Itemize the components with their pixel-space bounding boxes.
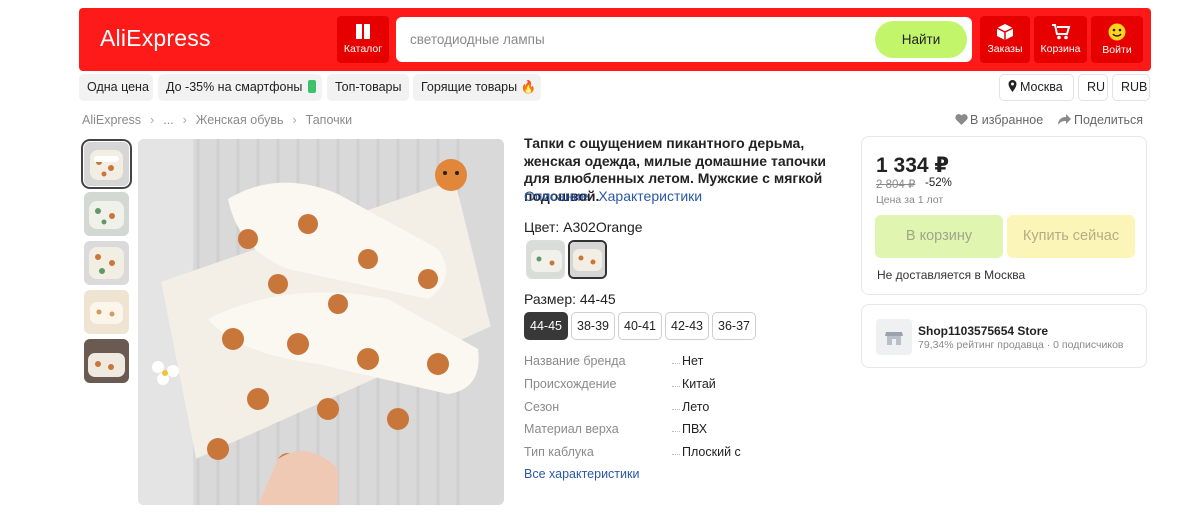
search-button[interactable]: Найти [875, 21, 967, 58]
spec-key: Сезон [524, 400, 560, 414]
heart-icon [955, 114, 968, 125]
promo-one-price[interactable]: Одна цена [79, 74, 153, 101]
color-label: Цвет: A302Orange [524, 219, 643, 235]
size-option[interactable]: 36-37 [712, 312, 756, 340]
phone-emoji-icon [307, 80, 316, 93]
size-option[interactable]: 40-41 [618, 312, 662, 340]
fire-icon: 🔥 [520, 80, 537, 94]
spec-value: Нет [682, 354, 704, 368]
store-name[interactable]: Shop1103575654 Store [918, 324, 1048, 338]
spec-row: Название бренда Нет [524, 354, 854, 370]
catalog-icon [356, 24, 370, 39]
location-pin-icon [1008, 80, 1017, 92]
catalog-button[interactable]: Каталог [337, 16, 389, 63]
gallery-thumbnail[interactable] [84, 339, 129, 383]
breadcrumb-womens-shoes[interactable]: Женская обувь [196, 113, 284, 127]
gallery-thumbnail[interactable] [84, 192, 129, 236]
search-input[interactable] [410, 29, 850, 49]
size-option[interactable]: 38-39 [571, 312, 615, 340]
store-meta: 79,34% рейтинг продавца · 0 подписчиков [918, 339, 1124, 351]
store-rating: 79,34% рейтинг продавца [918, 339, 1044, 351]
delivery-note: Не доставляется в Москва [877, 268, 1026, 282]
spec-value: ПВХ [682, 422, 708, 436]
login-button[interactable]: Войти [1091, 16, 1143, 63]
store-followers: 0 подписчиков [1053, 339, 1124, 351]
all-specs-link[interactable]: Все характеристики [524, 467, 639, 481]
promo-smartphones[interactable]: До -35% на смартфоны [158, 74, 322, 101]
chevron-right-icon: › [182, 113, 187, 127]
current-price: 1 334 ₽ [876, 154, 949, 177]
search-bar: Найти [396, 17, 972, 62]
chevron-right-icon: › [292, 113, 297, 127]
share-arrow-icon [1058, 114, 1071, 125]
location-selector[interactable]: Москва [999, 74, 1074, 101]
chevron-right-icon: › [150, 113, 155, 127]
spec-value: Плоский с [682, 445, 741, 459]
breadcrumb: AliExpress ›... › Женская обувь › Тапочки [82, 113, 352, 127]
gallery-thumbnail[interactable] [81, 139, 132, 189]
spec-row: Материал верха ПВХ [524, 422, 854, 438]
slipper-thumbnail-image [84, 339, 129, 383]
spec-key: Тип каблука [524, 445, 594, 459]
smiley-user-icon [1108, 23, 1126, 41]
slipper-thumbnail-image [84, 192, 129, 236]
orders-button[interactable]: Заказы [980, 16, 1030, 63]
share-button[interactable]: Поделиться [1058, 113, 1143, 127]
cart-button[interactable]: Корзина [1034, 16, 1087, 63]
size-label: Размер: 44-45 [524, 291, 616, 307]
cart-icon [1051, 24, 1070, 40]
spec-row: Сезон Лето [524, 400, 854, 416]
spec-row: Тип каблука Плоский с [524, 445, 854, 461]
color-swatch-image [527, 241, 564, 278]
tab-description[interactable]: Описание [524, 188, 588, 204]
slipper-photo [138, 139, 504, 505]
buy-box: 1 334 ₽ 2 804 ₽ -52% Цена за 1 лот В кор… [861, 136, 1147, 295]
spec-row: Происхождение Китай [524, 377, 854, 393]
orders-box-icon [996, 24, 1014, 40]
breadcrumb-home[interactable]: AliExpress [82, 113, 141, 127]
add-to-favorites[interactable]: В избранное [955, 113, 1043, 127]
spec-key: Происхождение [524, 377, 617, 391]
add-to-cart-button[interactable]: В корзину [875, 215, 1003, 258]
slipper-thumbnail-image [84, 290, 129, 334]
buy-now-button[interactable]: Купить сейчас [1007, 215, 1135, 258]
color-swatch[interactable] [526, 240, 565, 279]
slipper-thumbnail-image [84, 241, 129, 285]
top-header: AliExpress Каталог Найти Заказы Корзина … [79, 8, 1151, 71]
promo-hot-products[interactable]: Горящие товары 🔥 [413, 74, 541, 101]
product-main-image[interactable] [138, 139, 504, 505]
breadcrumb-slippers[interactable]: Тапочки [306, 113, 352, 127]
gallery-thumbnail[interactable] [84, 290, 129, 334]
spec-value: Китай [682, 377, 716, 391]
currency-selector[interactable]: RUB [1112, 74, 1150, 101]
old-price: 2 804 ₽ [876, 179, 916, 191]
product-tabs: Описание Характеристики [524, 188, 708, 204]
store-card[interactable]: Shop1103575654 Store 79,34% рейтинг прод… [861, 304, 1147, 368]
gallery-thumbnail[interactable] [84, 241, 129, 285]
color-swatch-selected[interactable] [568, 240, 607, 279]
store-icon [876, 319, 912, 355]
size-option[interactable]: 42-43 [665, 312, 709, 340]
aliexpress-logo[interactable]: AliExpress [100, 25, 211, 52]
price-per-lot: Цена за 1 лот [876, 194, 944, 206]
promo-top-products[interactable]: Топ-товары [327, 74, 409, 101]
slipper-thumbnail-image [84, 142, 129, 186]
tab-characteristics[interactable]: Характеристики [598, 188, 702, 204]
discount-badge: -52% [925, 177, 952, 189]
language-selector[interactable]: RU [1078, 74, 1108, 101]
spec-value: Лето [682, 400, 710, 414]
color-swatch-image [570, 242, 605, 277]
breadcrumb-ellipsis[interactable]: ... [163, 113, 173, 127]
spec-key: Название бренда [524, 354, 626, 368]
spec-key: Материал верха [524, 422, 619, 436]
size-option-selected[interactable]: 44-45 [524, 312, 568, 340]
